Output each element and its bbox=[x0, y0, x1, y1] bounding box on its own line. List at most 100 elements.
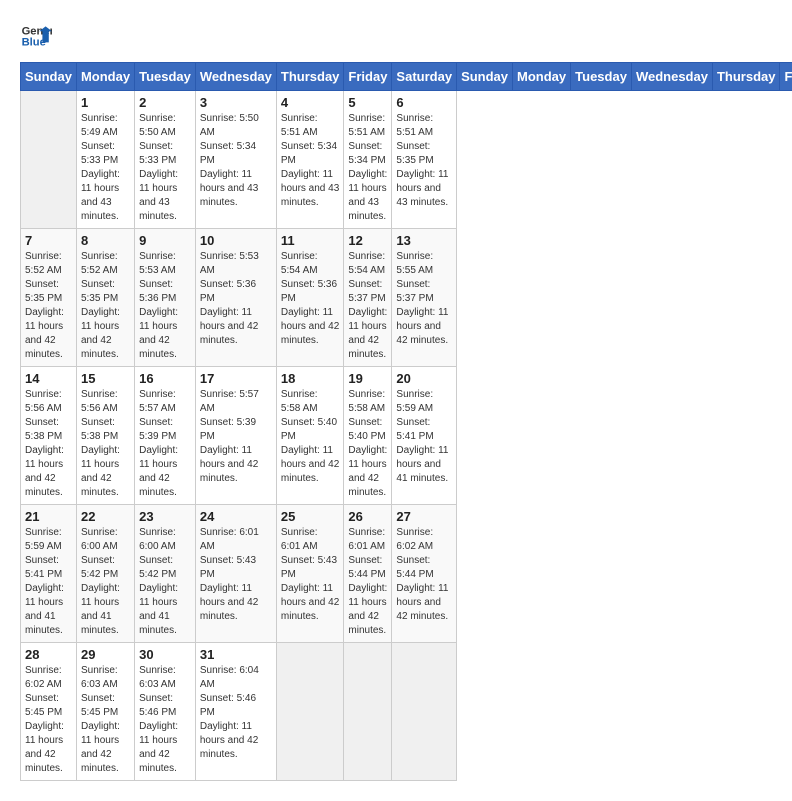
day-cell: 6 Sunrise: 5:51 AM Sunset: 5:35 PM Daylig… bbox=[392, 91, 457, 229]
day-cell: 14 Sunrise: 5:56 AM Sunset: 5:38 PM Dayli… bbox=[21, 367, 77, 505]
day-cell: 11Sunrise: 5:54 AM Sunset: 5:36 PM Dayli… bbox=[276, 229, 344, 367]
day-cell: 17 Sunrise: 5:57 AM Sunset: 5:39 PM Dayli… bbox=[195, 367, 276, 505]
day-number: 3 bbox=[200, 95, 272, 110]
day-info: Sunrise: 6:01 AM Sunset: 5:43 PM Dayligh… bbox=[281, 526, 340, 624]
day-info: Sunrise: 6:00 AM Sunset: 5:42 PM Dayligh… bbox=[81, 526, 130, 638]
day-cell: 7 Sunrise: 5:52 AM Sunset: 5:35 PM Daylig… bbox=[21, 229, 77, 367]
day-number: 8 bbox=[81, 233, 130, 248]
day-info: Sunrise: 6:01 AM Sunset: 5:43 PM Dayligh… bbox=[200, 526, 272, 624]
header-wednesday: Wednesday bbox=[195, 63, 276, 91]
day-number: 30 bbox=[139, 647, 191, 662]
col-header-sunday: Sunday bbox=[457, 63, 513, 91]
logo-icon: General Blue bbox=[20, 20, 52, 52]
day-cell: 19Sunrise: 5:58 AM Sunset: 5:40 PM Dayli… bbox=[344, 367, 392, 505]
day-cell: 15 Sunrise: 5:56 AM Sunset: 5:38 PM Dayli… bbox=[76, 367, 134, 505]
day-number: 17 bbox=[200, 371, 272, 386]
day-info: Sunrise: 5:52 AM Sunset: 5:35 PM Dayligh… bbox=[25, 250, 72, 362]
day-info: Sunrise: 5:52 AM Sunset: 5:35 PM Dayligh… bbox=[81, 250, 130, 362]
day-cell: 1 Sunrise: 5:49 AM Sunset: 5:33 PM Daylig… bbox=[76, 91, 134, 229]
day-number: 22 bbox=[81, 509, 130, 524]
day-info: Sunrise: 5:50 AM Sunset: 5:34 PM Dayligh… bbox=[200, 112, 272, 210]
day-number: 16 bbox=[139, 371, 191, 386]
week-row-1: 1 Sunrise: 5:49 AM Sunset: 5:33 PM Daylig… bbox=[21, 91, 792, 229]
day-cell bbox=[392, 643, 457, 781]
day-number: 13 bbox=[396, 233, 452, 248]
day-number: 10 bbox=[200, 233, 272, 248]
day-cell: 22 Sunrise: 6:00 AM Sunset: 5:42 PM Dayli… bbox=[76, 505, 134, 643]
day-info: Sunrise: 6:03 AM Sunset: 5:46 PM Dayligh… bbox=[139, 664, 191, 776]
day-cell: 16 Sunrise: 5:57 AM Sunset: 5:39 PM Dayli… bbox=[135, 367, 196, 505]
logo: General Blue bbox=[20, 20, 52, 52]
header-thursday: Thursday bbox=[276, 63, 344, 91]
day-info: Sunrise: 5:56 AM Sunset: 5:38 PM Dayligh… bbox=[25, 388, 72, 500]
page-header: General Blue bbox=[20, 20, 772, 52]
week-row-4: 21 Sunrise: 5:59 AM Sunset: 5:41 PM Dayli… bbox=[21, 505, 792, 643]
day-cell: 12Sunrise: 5:54 AM Sunset: 5:37 PM Dayli… bbox=[344, 229, 392, 367]
day-number: 31 bbox=[200, 647, 272, 662]
day-number: 24 bbox=[200, 509, 272, 524]
day-cell bbox=[276, 643, 344, 781]
day-info: Sunrise: 6:03 AM Sunset: 5:45 PM Dayligh… bbox=[81, 664, 130, 776]
day-number: 12 bbox=[348, 233, 387, 248]
day-cell: 18Sunrise: 5:58 AM Sunset: 5:40 PM Dayli… bbox=[276, 367, 344, 505]
col-header-monday: Monday bbox=[513, 63, 571, 91]
day-info: Sunrise: 6:00 AM Sunset: 5:42 PM Dayligh… bbox=[139, 526, 191, 638]
day-cell: 8 Sunrise: 5:52 AM Sunset: 5:35 PM Daylig… bbox=[76, 229, 134, 367]
calendar-header-row: SundayMondayTuesdayWednesdayThursdayFrid… bbox=[21, 63, 792, 91]
day-number: 4 bbox=[281, 95, 340, 110]
day-number: 25 bbox=[281, 509, 340, 524]
day-number: 20 bbox=[396, 371, 452, 386]
week-row-2: 7 Sunrise: 5:52 AM Sunset: 5:35 PM Daylig… bbox=[21, 229, 792, 367]
header-tuesday: Tuesday bbox=[135, 63, 196, 91]
day-number: 23 bbox=[139, 509, 191, 524]
day-number: 5 bbox=[348, 95, 387, 110]
day-info: Sunrise: 5:57 AM Sunset: 5:39 PM Dayligh… bbox=[200, 388, 272, 486]
day-number: 21 bbox=[25, 509, 72, 524]
header-sunday: Sunday bbox=[21, 63, 77, 91]
col-header-friday: Friday bbox=[780, 63, 792, 91]
day-info: Sunrise: 5:57 AM Sunset: 5:39 PM Dayligh… bbox=[139, 388, 191, 500]
day-info: Sunrise: 5:59 AM Sunset: 5:41 PM Dayligh… bbox=[25, 526, 72, 638]
day-info: Sunrise: 5:53 AM Sunset: 5:36 PM Dayligh… bbox=[139, 250, 191, 362]
day-cell: 10 Sunrise: 5:53 AM Sunset: 5:36 PM Dayli… bbox=[195, 229, 276, 367]
day-number: 14 bbox=[25, 371, 72, 386]
day-cell: 23 Sunrise: 6:00 AM Sunset: 5:42 PM Dayli… bbox=[135, 505, 196, 643]
day-info: Sunrise: 5:53 AM Sunset: 5:36 PM Dayligh… bbox=[200, 250, 272, 348]
day-cell: 24 Sunrise: 6:01 AM Sunset: 5:43 PM Dayli… bbox=[195, 505, 276, 643]
day-number: 15 bbox=[81, 371, 130, 386]
day-cell: 28 Sunrise: 6:02 AM Sunset: 5:45 PM Dayli… bbox=[21, 643, 77, 781]
day-info: Sunrise: 5:51 AM Sunset: 5:35 PM Dayligh… bbox=[396, 112, 452, 210]
day-info: Sunrise: 6:02 AM Sunset: 5:45 PM Dayligh… bbox=[25, 664, 72, 776]
header-monday: Monday bbox=[76, 63, 134, 91]
day-number: 1 bbox=[81, 95, 130, 110]
week-row-3: 14 Sunrise: 5:56 AM Sunset: 5:38 PM Dayli… bbox=[21, 367, 792, 505]
day-info: Sunrise: 6:02 AM Sunset: 5:44 PM Dayligh… bbox=[396, 526, 452, 624]
day-number: 27 bbox=[396, 509, 452, 524]
day-info: Sunrise: 6:01 AM Sunset: 5:44 PM Dayligh… bbox=[348, 526, 387, 638]
col-header-thursday: Thursday bbox=[712, 63, 780, 91]
day-cell bbox=[21, 91, 77, 229]
day-cell: 2Sunrise: 5:50 AM Sunset: 5:33 PM Daylig… bbox=[135, 91, 196, 229]
calendar-table: SundayMondayTuesdayWednesdayThursdayFrid… bbox=[20, 62, 792, 781]
day-cell: 26 Sunrise: 6:01 AM Sunset: 5:44 PM Dayli… bbox=[344, 505, 392, 643]
day-cell: 21 Sunrise: 5:59 AM Sunset: 5:41 PM Dayli… bbox=[21, 505, 77, 643]
day-number: 26 bbox=[348, 509, 387, 524]
day-number: 7 bbox=[25, 233, 72, 248]
col-header-wednesday: Wednesday bbox=[631, 63, 712, 91]
day-info: Sunrise: 5:51 AM Sunset: 5:34 PM Dayligh… bbox=[348, 112, 387, 224]
col-header-tuesday: Tuesday bbox=[571, 63, 632, 91]
day-number: 6 bbox=[396, 95, 452, 110]
header-saturday: Saturday bbox=[392, 63, 457, 91]
day-info: Sunrise: 5:59 AM Sunset: 5:41 PM Dayligh… bbox=[396, 388, 452, 486]
day-info: Sunrise: 5:50 AM Sunset: 5:33 PM Dayligh… bbox=[139, 112, 191, 224]
day-cell: 30 Sunrise: 6:03 AM Sunset: 5:46 PM Dayli… bbox=[135, 643, 196, 781]
day-number: 18 bbox=[281, 371, 340, 386]
day-cell: 5 Sunrise: 5:51 AM Sunset: 5:34 PM Daylig… bbox=[344, 91, 392, 229]
day-cell: 20 Sunrise: 5:59 AM Sunset: 5:41 PM Dayli… bbox=[392, 367, 457, 505]
day-info: Sunrise: 5:56 AM Sunset: 5:38 PM Dayligh… bbox=[81, 388, 130, 500]
day-info: Sunrise: 5:54 AM Sunset: 5:36 PM Dayligh… bbox=[281, 250, 340, 348]
svg-text:Blue: Blue bbox=[22, 37, 46, 49]
day-number: 28 bbox=[25, 647, 72, 662]
day-info: Sunrise: 5:51 AM Sunset: 5:34 PM Dayligh… bbox=[281, 112, 340, 210]
day-info: Sunrise: 5:49 AM Sunset: 5:33 PM Dayligh… bbox=[81, 112, 130, 224]
